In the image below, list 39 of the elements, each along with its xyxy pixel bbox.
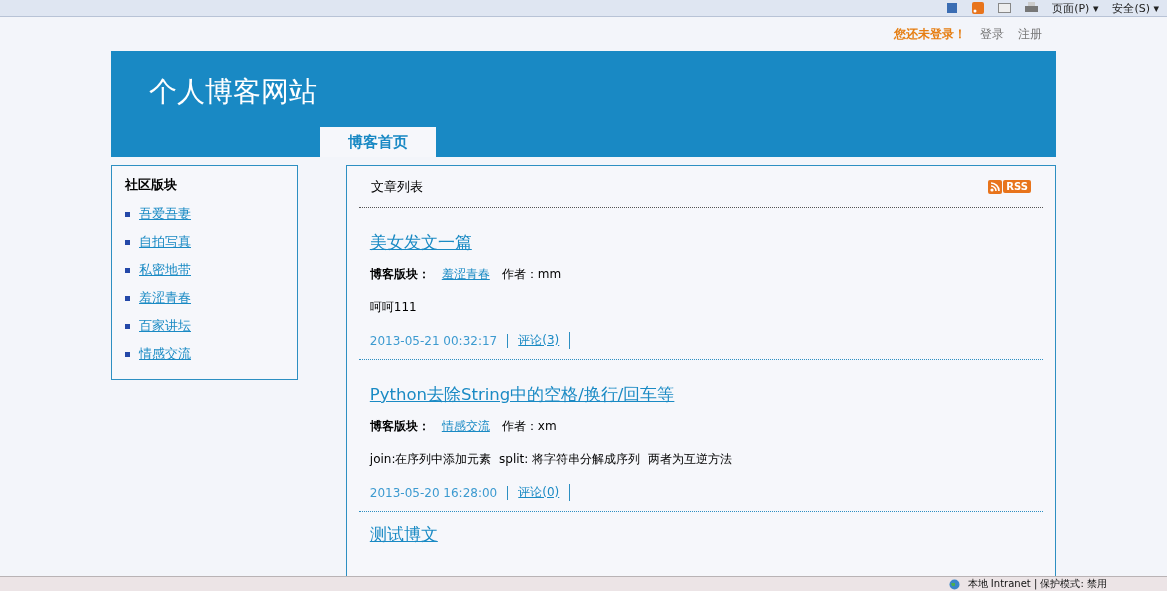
post-date: 2013-05-20 16:28:00 xyxy=(369,485,509,500)
toolbar-menu[interactable]: 页面(P) ▾ xyxy=(1052,0,1099,16)
post-date: 2013-05-21 00:32:17 xyxy=(369,333,509,348)
bullet-icon xyxy=(125,267,130,273)
post-author: 作者：mm xyxy=(501,266,562,283)
category-link[interactable]: 自拍写真 xyxy=(139,233,191,251)
bullet-icon xyxy=(125,323,130,329)
globe-icon xyxy=(948,578,960,590)
section-link[interactable]: 羞涩青春 xyxy=(441,266,490,283)
bullet-icon xyxy=(125,211,130,217)
post-author: 作者：xm xyxy=(501,418,557,435)
user-link[interactable]: 注册 xyxy=(1018,25,1042,43)
category-link[interactable]: 情感交流 xyxy=(139,345,191,363)
section-link[interactable]: 情感交流 xyxy=(441,418,490,435)
category-link[interactable]: 私密地带 xyxy=(139,261,191,279)
printer-icon[interactable] xyxy=(1025,2,1039,14)
post-title-link[interactable]: Python去除String中的空格/换行/回车等 xyxy=(369,384,675,406)
post-excerpt: 呵呵111 xyxy=(369,299,418,316)
category-link[interactable]: 羞涩青春 xyxy=(139,289,191,307)
login-status: 您还未登录！ xyxy=(894,25,966,43)
bullet-icon xyxy=(125,351,130,357)
bullet-icon xyxy=(125,295,130,301)
section-label: 博客版块： xyxy=(369,266,430,283)
category-link[interactable]: 吾爱吾妻 xyxy=(139,205,191,223)
post-excerpt: join:在序列中添加元素 split: 将字符串分解成序列 两者为互逆方法 xyxy=(369,451,733,468)
post-title-link[interactable]: 测试博文 xyxy=(369,524,438,546)
bullet-icon xyxy=(125,239,130,245)
nav-tab[interactable]: 博客首页 xyxy=(320,127,436,157)
security-zone: 本地 Intranet | 保护模式: 禁用 xyxy=(967,577,1107,591)
user-link[interactable]: 登录 xyxy=(980,25,1004,43)
post-title-link[interactable]: 美女发文一篇 xyxy=(369,232,472,254)
category-link[interactable]: 百家讲坛 xyxy=(139,317,191,335)
list-title: 文章列表 xyxy=(370,177,423,196)
section-label: 博客版块： xyxy=(369,418,430,435)
comments-link[interactable]: 评论(3) xyxy=(518,332,571,349)
comments-link[interactable]: 评论(0) xyxy=(518,484,571,501)
sidebar-title: 社区版块 xyxy=(125,176,178,194)
site-title: 个人博客网站 xyxy=(149,74,318,110)
toolbar-menu[interactable]: 安全(S) ▾ xyxy=(1112,0,1159,16)
